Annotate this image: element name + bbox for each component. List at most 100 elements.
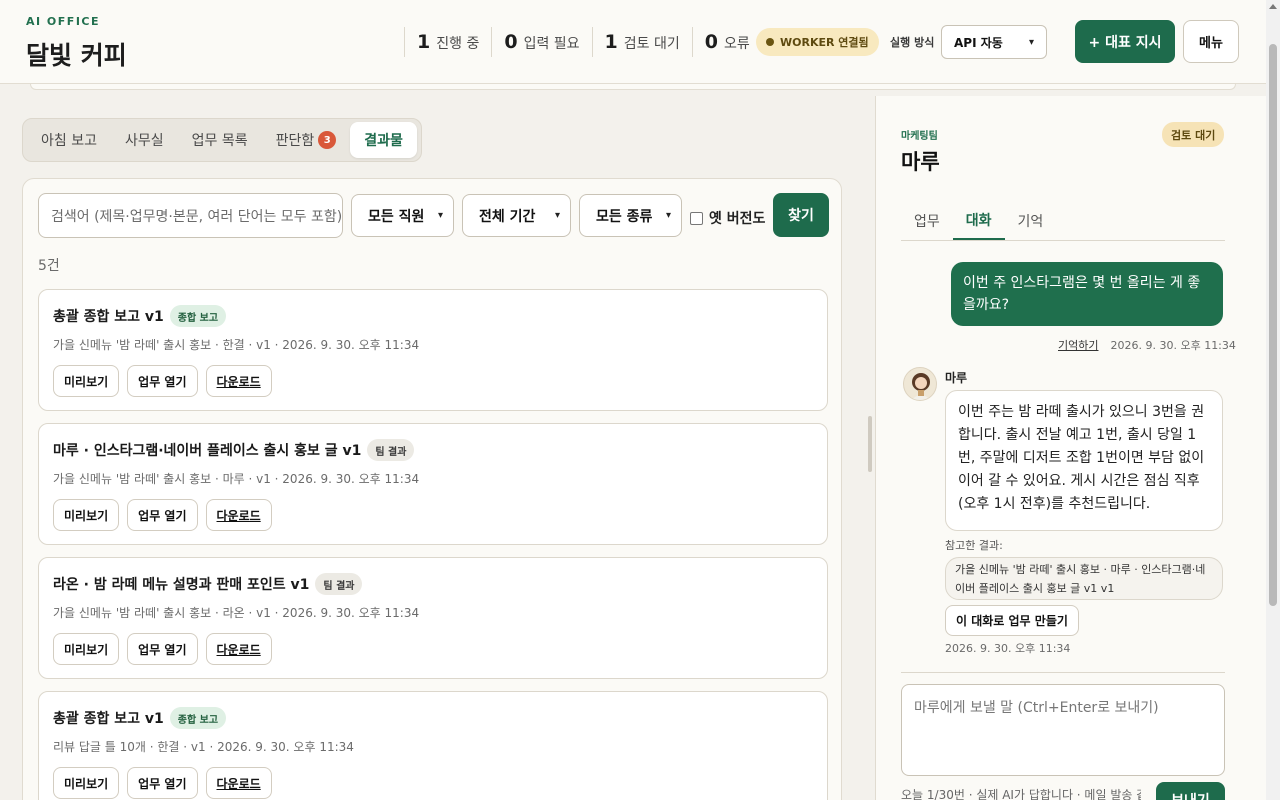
- download-button[interactable]: 다운로드: [205, 633, 272, 665]
- staff-filter-select[interactable]: 모든 직원 ▾: [351, 194, 454, 237]
- kind-filter-select[interactable]: 모든 종류 ▾: [579, 194, 682, 237]
- card-type-tag: 종합 보고: [169, 707, 227, 729]
- download-button[interactable]: 다운로드: [205, 365, 272, 397]
- period-filter-select[interactable]: 전체 기간 ▾: [462, 194, 571, 237]
- card-actions: 미리보기 업무 열기 다운로드: [53, 365, 280, 397]
- card-type-tag: 팀 결과: [315, 573, 363, 595]
- staff-filter-value: 모든 직원: [368, 208, 425, 225]
- tab-results[interactable]: 결과물: [350, 122, 417, 158]
- ai-message-bubble: 이번 주는 밤 라떼 출시가 있으니 3번을 권합니다. 출시 전날 예고 1번…: [945, 390, 1223, 531]
- status-stats: 1 진행 중 0 입력 필요 1 검토 대기 0 오류: [404, 26, 762, 58]
- card-meta: 가을 신메뉴 '밤 라떼' 출시 홍보 · 한결 · v1 · 2026. 9.…: [53, 338, 420, 352]
- person-avatar-icon: [911, 373, 931, 400]
- stat-label: 진행 중: [436, 36, 480, 52]
- reference-chip[interactable]: 가을 신메뉴 '밤 라떼' 출시 홍보 · 마루 · 인스타그램·네이버 플레이…: [945, 557, 1223, 600]
- app-kicker: AI OFFICE: [26, 15, 100, 28]
- staff-panel: 마케팅팀 마루 검토 대기 업무 대화 기억 이번 주 인스타그램은 몇 번 올…: [876, 96, 1266, 800]
- find-button[interactable]: 찾기: [773, 193, 829, 237]
- scroll-thumb[interactable]: [1269, 44, 1277, 606]
- user-message-bubble: 이번 주 인스타그램은 몇 번 올리는 게 좋을까요?: [951, 262, 1223, 326]
- stat-number: 1: [604, 31, 618, 53]
- result-card: 라온 · 밤 라떼 메뉴 설명과 판매 포인트 v1 팀 결과 가을 신메뉴 '…: [38, 557, 828, 679]
- card-type-tag: 종합 보고: [169, 305, 227, 327]
- download-button[interactable]: 다운로드: [205, 767, 272, 799]
- staff-tabs: 업무 대화 기억: [901, 202, 1225, 241]
- stat-label: 오류: [724, 36, 750, 52]
- card-title: 마루 · 인스타그램·네이버 플레이스 출시 홍보 글 v1: [53, 443, 362, 459]
- stat-review[interactable]: 1 검토 대기: [591, 27, 692, 57]
- card-actions: 미리보기 업무 열기 다운로드: [53, 499, 280, 531]
- card-type-tag: 팀 결과: [367, 439, 415, 461]
- message-input[interactable]: 마루에게 보낼 말 (Ctrl+Enter로 보내기): [901, 684, 1225, 776]
- tab-memory[interactable]: 기억: [1005, 202, 1057, 240]
- preview-button[interactable]: 미리보기: [53, 767, 120, 799]
- run-mode-select[interactable]: API 자동 ▾: [941, 25, 1047, 59]
- search-input[interactable]: 검색어 (제목·업무명·본문, 여러 단어는 모두 포함): [38, 193, 343, 238]
- stat-number: 0: [504, 31, 518, 53]
- staff-team: 마케팅팀: [901, 131, 938, 142]
- status-dot-icon: [766, 38, 774, 46]
- ceo-instruction-button[interactable]: + 대표 지시: [1075, 20, 1175, 63]
- results-panel: 검색어 (제목·업무명·본문, 여러 단어는 모두 포함) 모든 직원 ▾ 전체…: [22, 178, 842, 800]
- stat-number: 1: [417, 31, 431, 53]
- card-title: 총괄 종합 보고 v1: [53, 309, 164, 325]
- tab-label: 판단함: [275, 133, 315, 149]
- menu-button[interactable]: 메뉴: [1183, 20, 1239, 63]
- staff-status-badge: 검토 대기: [1162, 122, 1225, 147]
- usage-note: 오늘 1/30번 · 실제 AI가 답합니다 · 메일 발송 같은: [901, 788, 1141, 800]
- open-task-button[interactable]: 업무 열기: [127, 767, 198, 799]
- tab-work[interactable]: 업무: [901, 202, 953, 240]
- card-title: 라온 · 밤 라떼 메뉴 설명과 판매 포인트 v1: [53, 577, 310, 593]
- chevron-down-icon: ▾: [665, 210, 671, 221]
- stat-errors[interactable]: 0 오류: [691, 27, 762, 57]
- result-count: 5건: [38, 258, 60, 274]
- user-message-time: 2026. 9. 30. 오후 11:34: [1110, 339, 1236, 352]
- preview-button[interactable]: 미리보기: [53, 633, 120, 665]
- stat-in-progress[interactable]: 1 진행 중: [404, 27, 491, 57]
- chevron-down-icon: ▾: [1028, 36, 1034, 48]
- resize-handle[interactable]: [868, 416, 872, 472]
- open-task-button[interactable]: 업무 열기: [127, 633, 198, 665]
- result-card: 총괄 종합 보고 v1 종합 보고 리뷰 답글 틀 10개 · 한결 · v1 …: [38, 691, 828, 800]
- result-card: 총괄 종합 보고 v1 종합 보고 가을 신메뉴 '밤 라떼' 출시 홍보 · …: [38, 289, 828, 411]
- open-task-button[interactable]: 업무 열기: [127, 499, 198, 531]
- card-title-row: 총괄 종합 보고 v1 종합 보고: [53, 707, 227, 729]
- tab-chat[interactable]: 대화: [952, 202, 1005, 240]
- kind-filter-value: 모든 종류: [596, 208, 653, 225]
- tab-morning-report[interactable]: 아침 보고: [27, 122, 111, 158]
- card-title: 총괄 종합 보고 v1: [53, 711, 164, 727]
- old-versions-toggle[interactable]: 옛 버전도: [690, 208, 765, 228]
- card-title-row: 라온 · 밤 라떼 메뉴 설명과 판매 포인트 v1 팀 결과: [53, 573, 363, 595]
- avatar: [903, 367, 937, 401]
- card-meta: 리뷰 답글 틀 10개 · 한결 · v1 · 2026. 9. 30. 오후 …: [53, 740, 354, 754]
- download-button[interactable]: 다운로드: [205, 499, 272, 531]
- old-versions-checkbox[interactable]: [690, 211, 703, 225]
- open-task-button[interactable]: 업무 열기: [127, 365, 198, 397]
- stat-label: 검토 대기: [623, 36, 680, 52]
- tab-task-list[interactable]: 업무 목록: [178, 122, 262, 158]
- card-actions: 미리보기 업무 열기 다운로드: [53, 767, 280, 799]
- make-task-button[interactable]: 이 대화로 업무 만들기: [945, 605, 1079, 636]
- card-title-row: 총괄 종합 보고 v1 종합 보고: [53, 305, 227, 327]
- preview-button[interactable]: 미리보기: [53, 365, 120, 397]
- tab-office[interactable]: 사무실: [111, 122, 178, 158]
- user-message-meta: 기억하기 2026. 9. 30. 오후 11:34: [1058, 337, 1236, 353]
- send-button[interactable]: 보내기: [1156, 782, 1225, 800]
- chevron-down-icon: ▾: [554, 210, 560, 221]
- scroll-up-icon[interactable]: [1269, 4, 1277, 9]
- app-header: AI OFFICE 달빛 커피 1 진행 중 0 입력 필요 1 검토 대기 0 오류 …: [0, 0, 1266, 84]
- reference-label: 참고한 결과:: [945, 539, 1003, 552]
- card-actions: 미리보기 업무 열기 다운로드: [53, 633, 280, 665]
- divider: [901, 672, 1225, 673]
- worker-status-text: WORKER 연결됨: [780, 36, 869, 49]
- preview-button[interactable]: 미리보기: [53, 499, 120, 531]
- page-scrollbar[interactable]: [1266, 0, 1280, 800]
- tab-decisions[interactable]: 판단함 3: [262, 122, 351, 158]
- card-meta: 가을 신메뉴 '밤 라떼' 출시 홍보 · 라온 · v1 · 2026. 9.…: [53, 606, 420, 620]
- card-title-row: 마루 · 인스타그램·네이버 플레이스 출시 홍보 글 v1 팀 결과: [53, 439, 415, 461]
- card-meta: 가을 신메뉴 '밤 라떼' 출시 홍보 · 마루 · v1 · 2026. 9.…: [53, 472, 420, 486]
- ai-name: 마루: [945, 371, 968, 385]
- stat-needs-input[interactable]: 0 입력 필요: [491, 27, 591, 57]
- remember-link[interactable]: 기억하기: [1058, 337, 1098, 353]
- stat-label: 입력 필요: [523, 36, 580, 52]
